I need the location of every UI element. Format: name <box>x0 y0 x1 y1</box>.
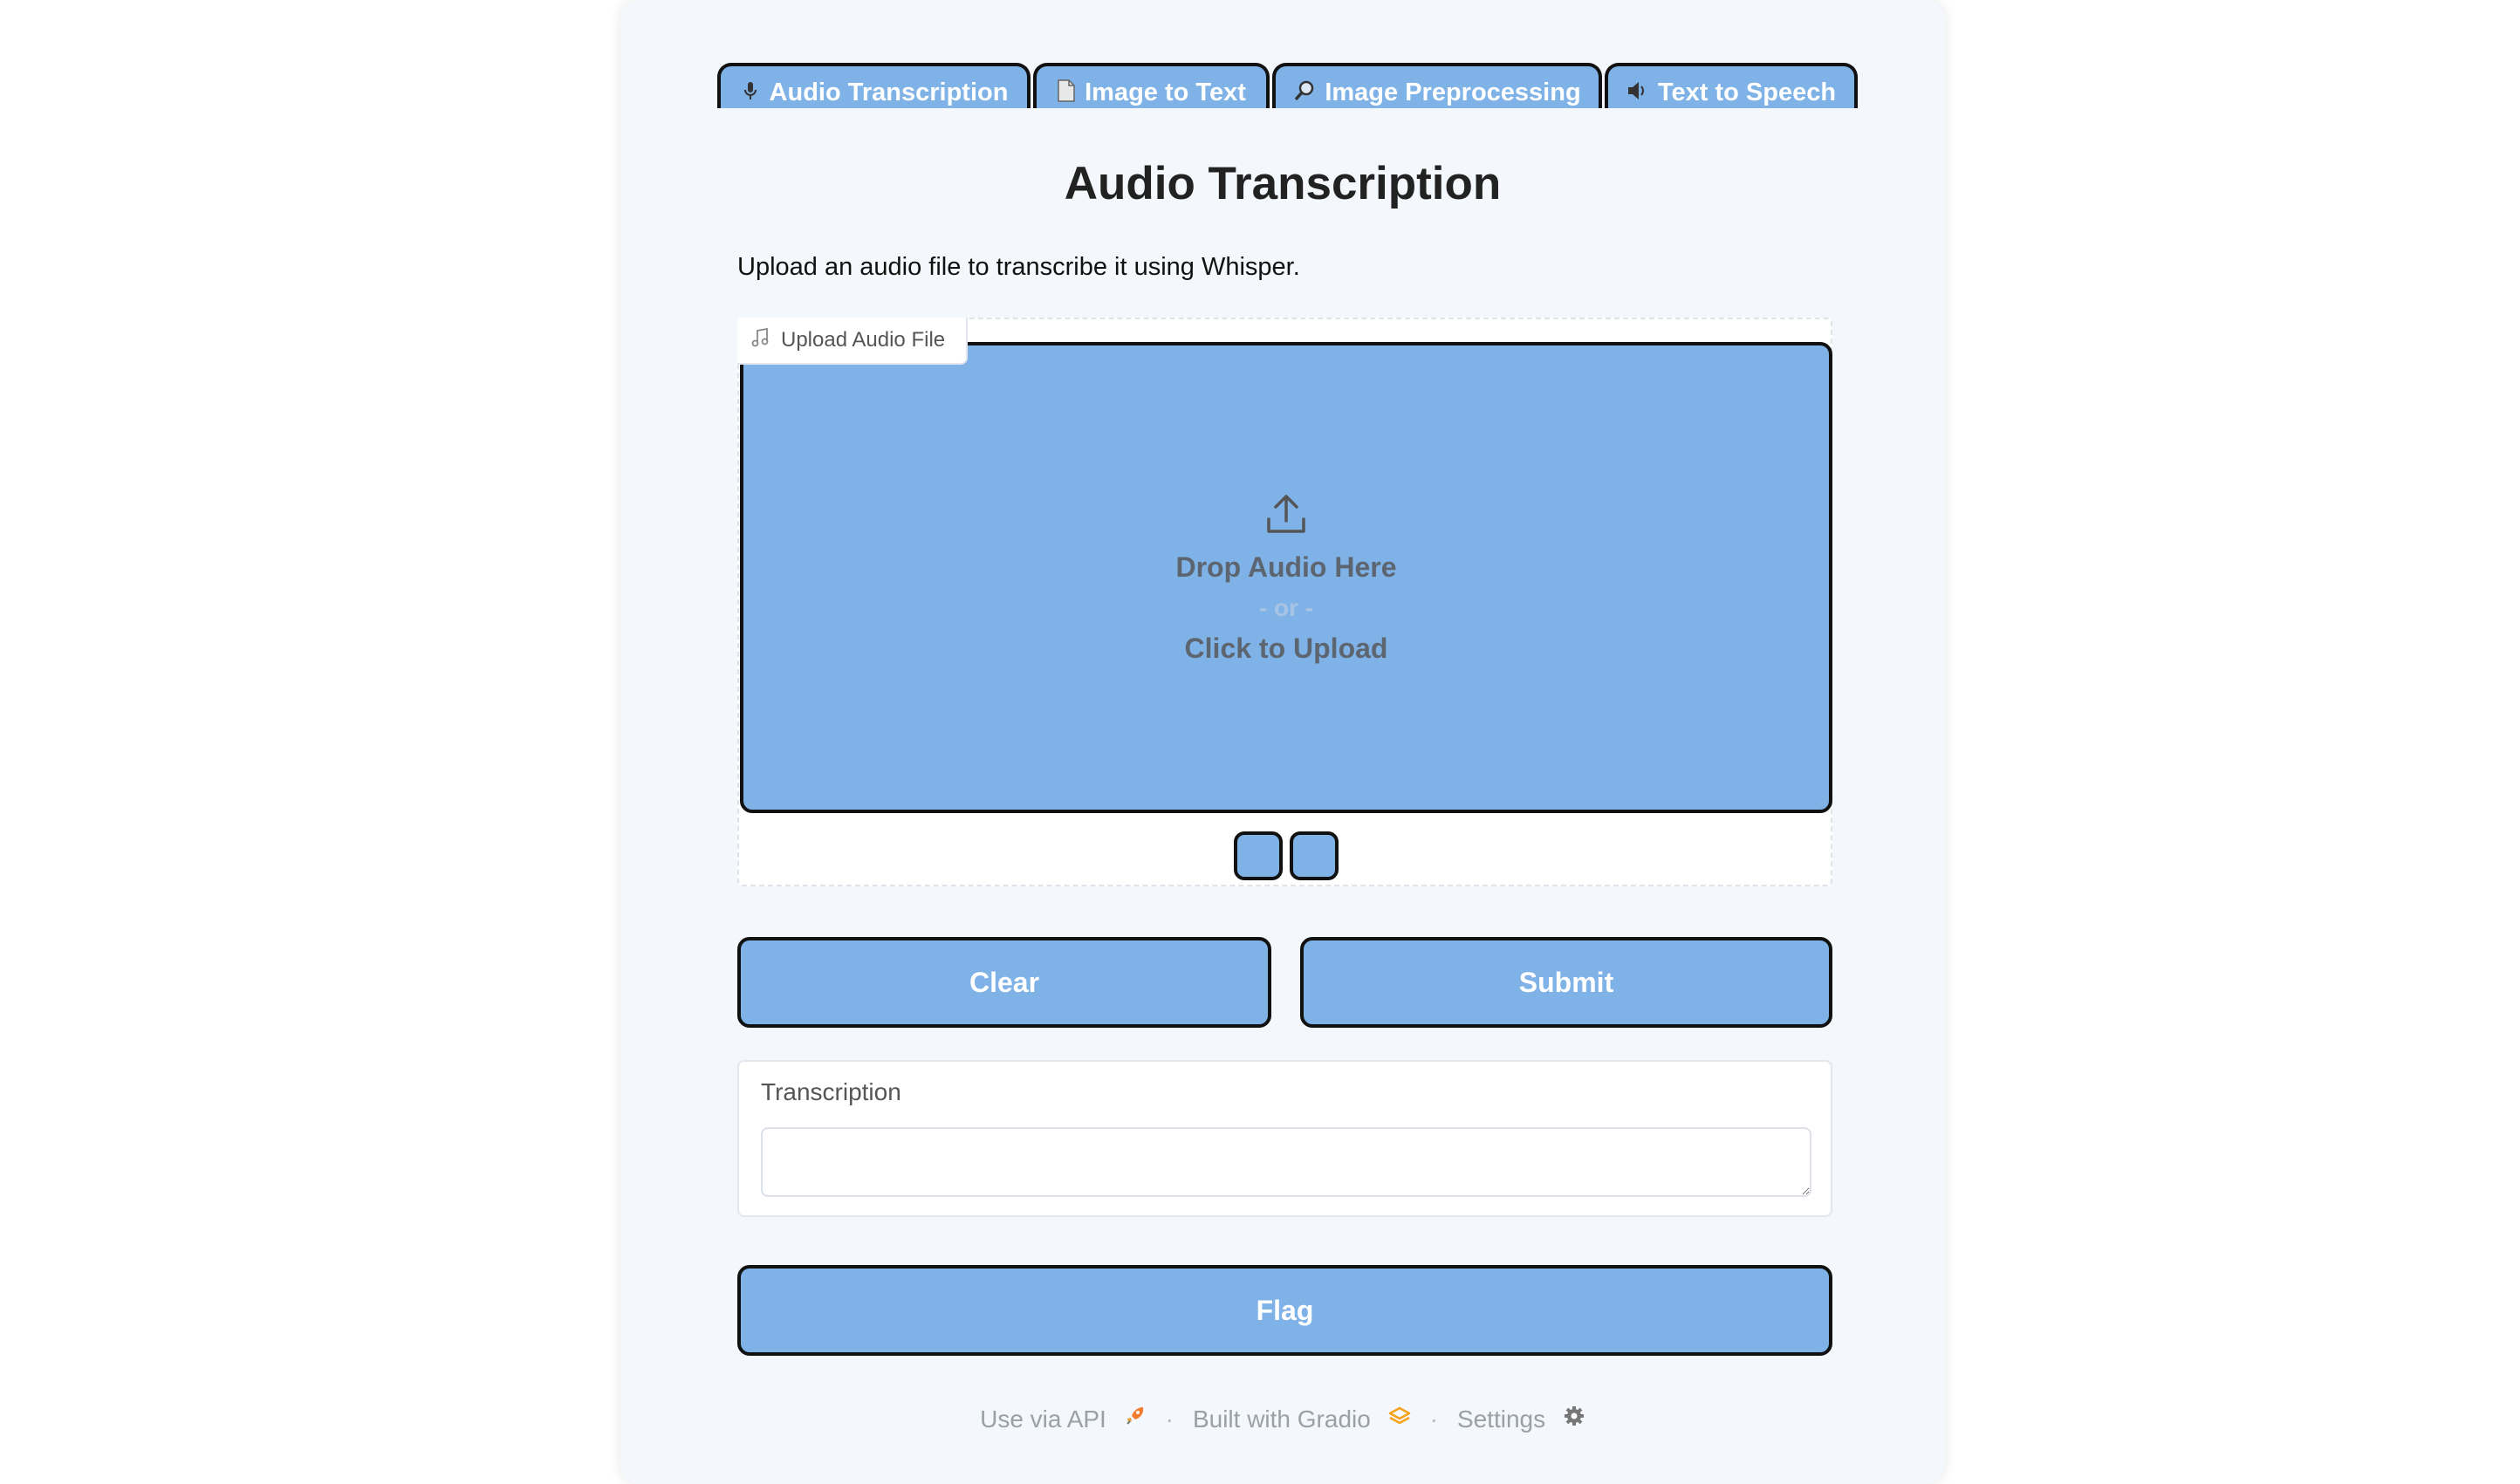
microphone-source-button[interactable] <box>1290 831 1339 880</box>
footer-separator: · <box>1165 1405 1174 1433</box>
tab-image-preprocessing[interactable]: Image Preprocessing <box>1272 63 1602 108</box>
document-icon <box>1057 79 1076 106</box>
tab-audio-transcription[interactable]: Audio Transcription <box>717 63 1031 108</box>
tab-label: Image to Text <box>1085 78 1246 106</box>
footer: Use via API · Built with Gradio · Settin… <box>620 1405 1945 1433</box>
speaker-icon <box>1626 80 1649 105</box>
tab-image-to-text[interactable]: Image to Text <box>1033 63 1270 108</box>
rocket-icon <box>1124 1405 1147 1433</box>
submit-button[interactable]: Submit <box>1300 937 1832 1028</box>
use-via-api-link[interactable]: Use via API <box>980 1405 1147 1433</box>
audio-drop-zone[interactable]: Drop Audio Here - or - Click to Upload <box>740 342 1832 813</box>
built-with-gradio-link[interactable]: Built with Gradio <box>1193 1405 1411 1433</box>
transcription-output[interactable] <box>761 1127 1811 1197</box>
microphone-icon <box>740 80 761 105</box>
tab-label: Image Preprocessing <box>1325 78 1581 106</box>
page-title: Audio Transcription <box>1064 158 1502 209</box>
tab-label: Audio Transcription <box>769 78 1009 106</box>
settings-link[interactable]: Settings <box>1457 1405 1585 1433</box>
music-note-icon <box>751 327 769 353</box>
transcription-label: Transcription <box>761 1078 901 1105</box>
magnifier-icon <box>1293 79 1316 106</box>
upload-source-button[interactable] <box>1234 831 1283 880</box>
or-separator: - or - <box>1258 593 1314 621</box>
gear-icon <box>1563 1405 1585 1433</box>
upload-label-text: Upload Audio File <box>781 328 946 352</box>
upload-icon <box>1263 491 1309 541</box>
footer-separator: · <box>1429 1405 1438 1433</box>
page-description: Upload an audio file to transcribe it us… <box>737 253 1300 281</box>
flag-button[interactable]: Flag <box>737 1265 1832 1356</box>
tab-label: Text to Speech <box>1657 78 1837 106</box>
click-to-upload-text: Click to Upload <box>1184 632 1388 664</box>
drop-audio-text: Drop Audio Here <box>1175 551 1397 583</box>
upload-label: Upload Audio File <box>737 318 968 365</box>
clear-button[interactable]: Clear <box>737 937 1271 1028</box>
gradio-logo-icon <box>1388 1405 1411 1433</box>
tab-text-to-speech[interactable]: Text to Speech <box>1605 63 1858 108</box>
